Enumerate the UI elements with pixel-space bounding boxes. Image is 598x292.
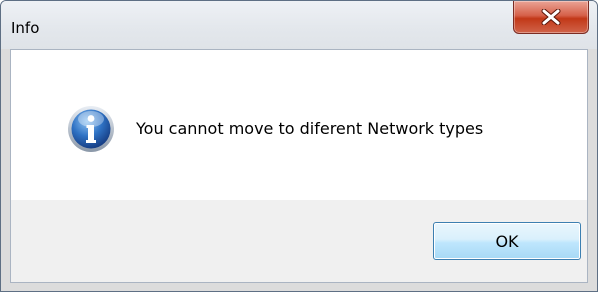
dialog-message: You cannot move to diferent Network type… [136, 119, 484, 138]
info-icon [68, 106, 114, 152]
ok-button[interactable]: OK [433, 222, 581, 260]
info-dialog-window: Info You cannot move to diferent Network… [0, 0, 598, 292]
message-area: You cannot move to diferent Network type… [11, 50, 587, 200]
close-icon [541, 9, 561, 25]
title-bar[interactable]: Info [1, 1, 597, 49]
close-button[interactable] [513, 1, 589, 34]
dialog-body: You cannot move to diferent Network type… [10, 49, 588, 283]
window-title: Info [11, 19, 40, 37]
